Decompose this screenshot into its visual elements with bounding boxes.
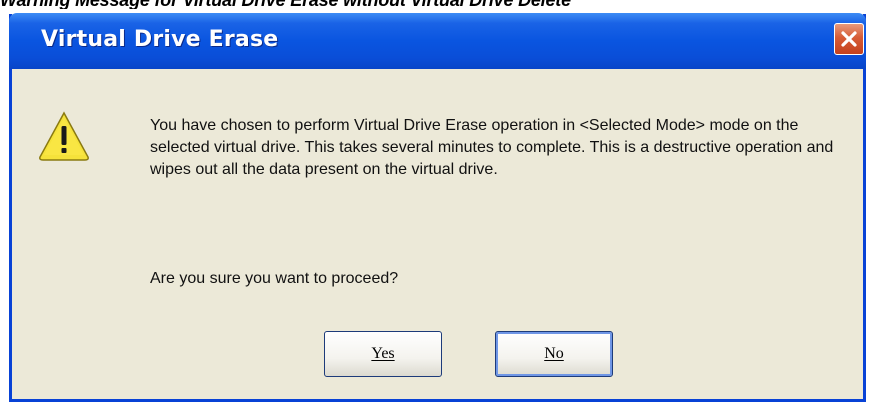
yes-label: Yes — [371, 345, 395, 362]
confirm-question: Are you sure you want to proceed? — [150, 270, 399, 287]
warning-message: You have chosen to perform Virtual Drive… — [150, 117, 834, 178]
no-label: No — [544, 345, 564, 362]
dialog-window: Virtual Drive Erase You have chosen to p… — [9, 13, 866, 402]
yes-button[interactable]: Yes — [324, 331, 442, 377]
figure-caption: Warning Message for Virtual Drive Erase … — [0, 0, 876, 9]
dialog-title: Virtual Drive Erase — [41, 27, 279, 52]
warning-icon — [39, 111, 89, 161]
close-button[interactable] — [834, 23, 864, 55]
title-bar[interactable]: Virtual Drive Erase — [9, 13, 866, 69]
no-button[interactable]: No — [495, 331, 613, 377]
close-icon — [841, 31, 857, 47]
